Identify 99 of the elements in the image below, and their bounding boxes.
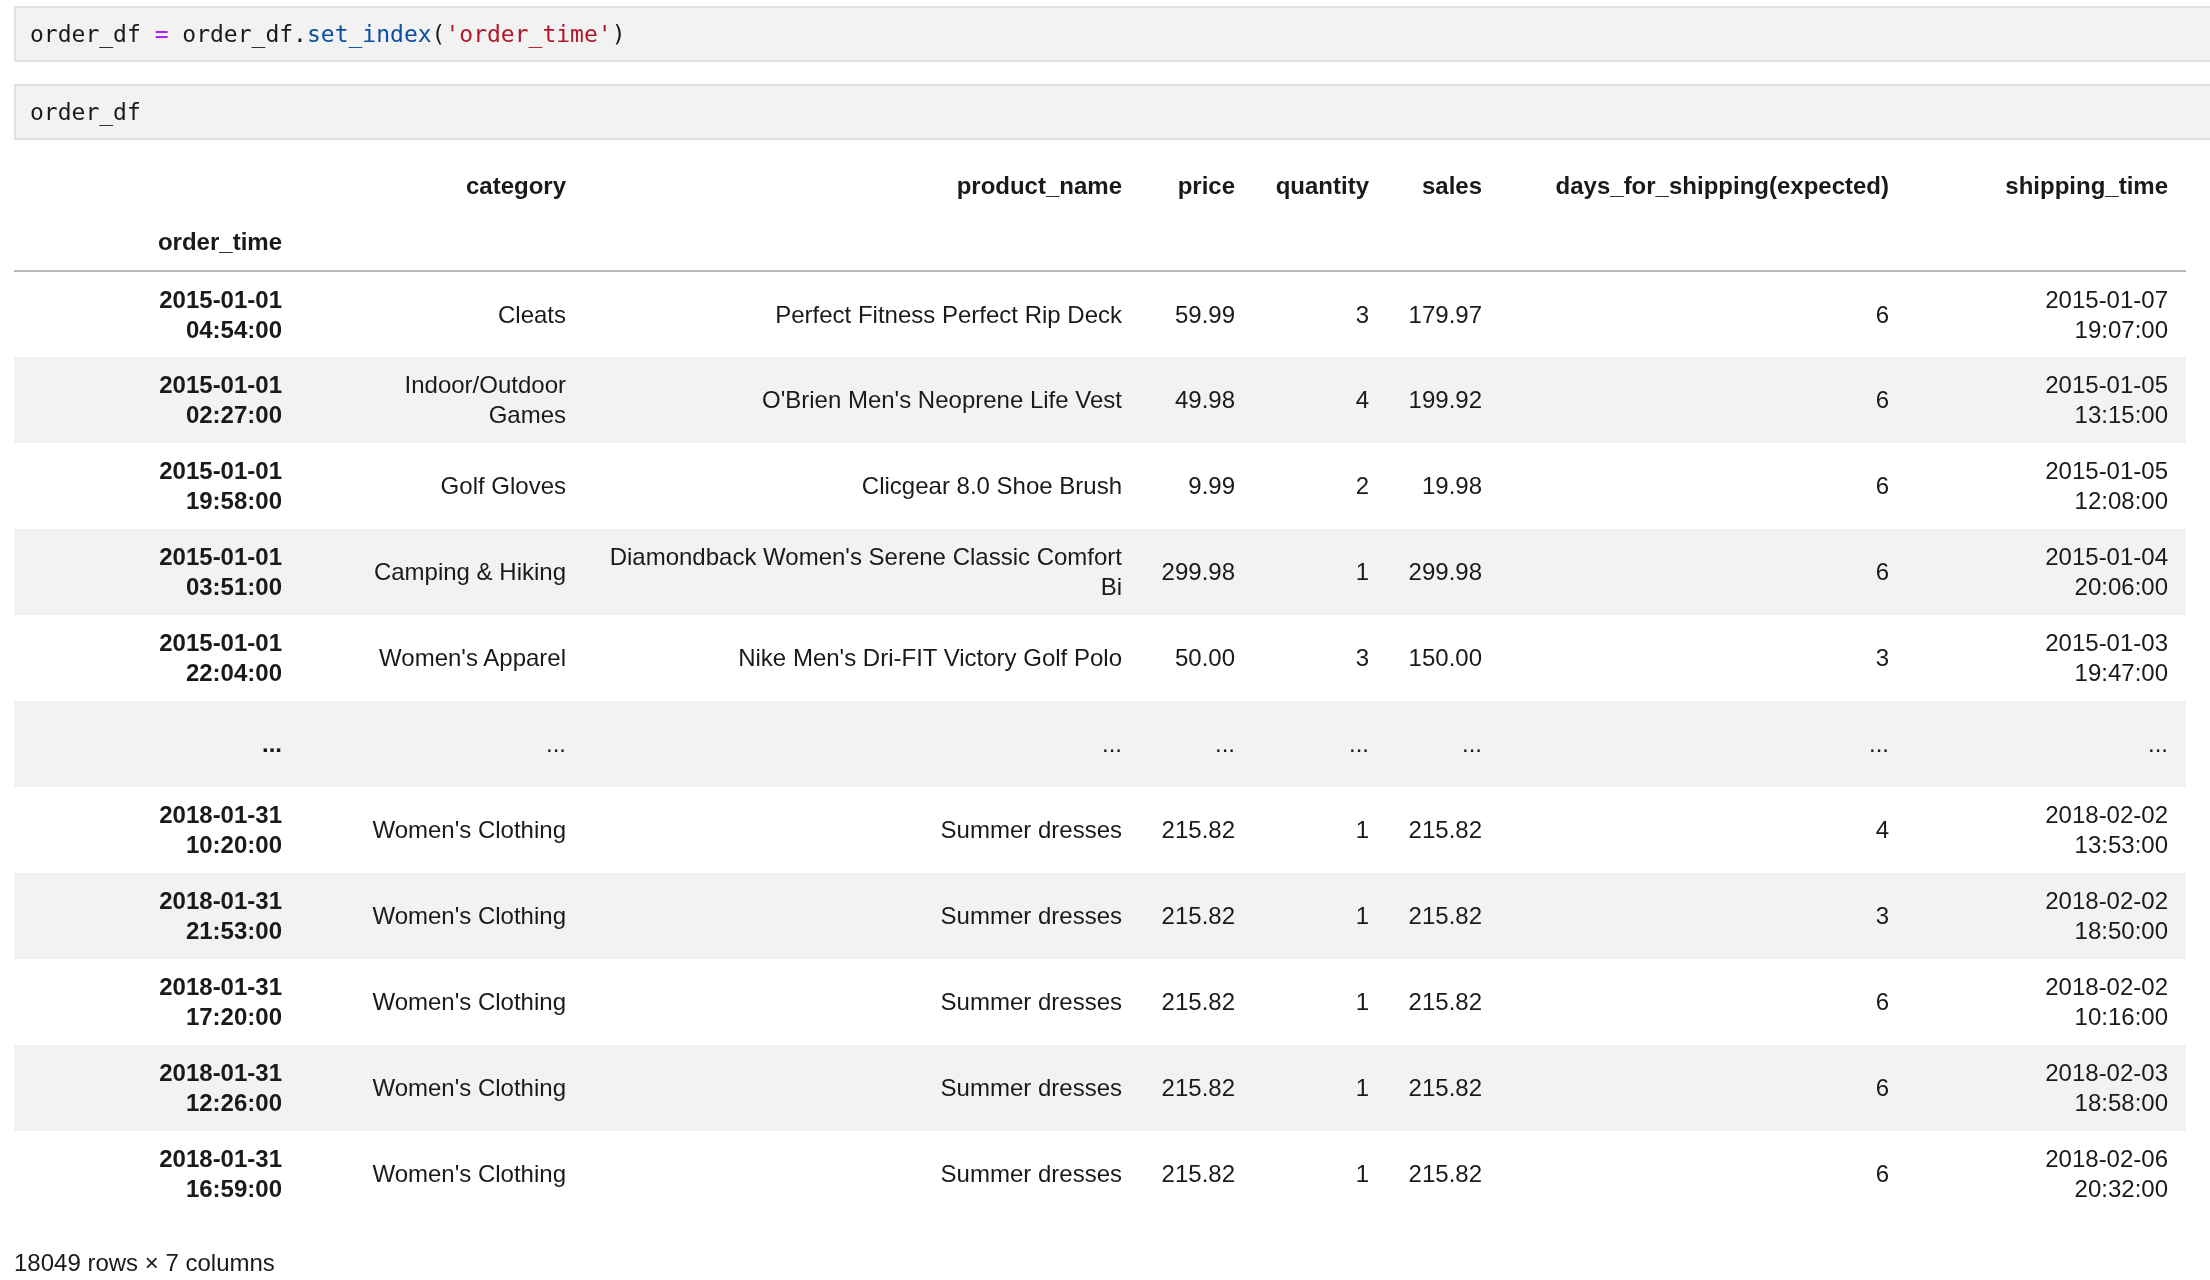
table-cell-text: 2018-02-02 18:50:00	[2044, 886, 2168, 946]
table-cell: Summer dresses	[940, 987, 1122, 1017]
table-cell: ...	[1349, 729, 1369, 759]
table-cell: Women's Clothing	[372, 1073, 566, 1103]
table-cell: 1	[1355, 1159, 1369, 1189]
table-cell: ...	[546, 729, 566, 759]
table-cell: 215.82	[1408, 815, 1482, 845]
table-cell: 215.82	[1161, 1073, 1235, 1103]
table-cell: 1	[1355, 557, 1369, 587]
table-cell: Summer dresses	[940, 1159, 1122, 1189]
table-cell: 50.00	[1174, 643, 1235, 673]
table-cell: ...	[1462, 729, 1482, 759]
table-cell-text: Diamondback Women's Serene Classic Comfort Bi	[608, 542, 1122, 602]
column-header: price	[1177, 172, 1235, 199]
table-cell: 150.00	[1408, 643, 1482, 673]
index-cell-text: 2018-01-31 21:53:00	[158, 886, 282, 946]
table-shape-text: 18049 rows × 7 columns	[14, 1249, 276, 1277]
index-cell-text: 2018-01-31 17:20:00	[158, 972, 282, 1032]
table-cell: 215.82	[1408, 1073, 1482, 1103]
table-cell: 3	[1875, 643, 1889, 673]
table-cell: 6	[1875, 987, 1889, 1017]
table-cell-text: 2015-01-03 19:47:00	[2044, 628, 2168, 688]
table-cell: Women's Clothing	[372, 901, 566, 931]
index-cell-text: 2015-01-01 02:27:00	[158, 370, 282, 430]
code-cell[interactable]: order_df = order_df.set_index('order_time')	[14, 6, 2210, 62]
table-cell-text: 2015-01-05 13:15:00	[2044, 370, 2168, 430]
table-cell: 299.98	[1161, 557, 1235, 587]
table-cell: 3	[1355, 643, 1369, 673]
table-cell: 4	[1875, 815, 1889, 845]
table-cell: Summer dresses	[940, 901, 1122, 931]
table-cell: 6	[1875, 1159, 1889, 1189]
table-cell: 215.82	[1408, 1159, 1482, 1189]
index-cell-text: 2015-01-01 19:58:00	[158, 456, 282, 516]
column-header: product_name	[956, 172, 1122, 199]
table-cell: 199.92	[1408, 385, 1482, 415]
table-cell: 9.99	[1188, 471, 1235, 501]
table-cell: ...	[2148, 729, 2168, 759]
table-cell: 1	[1355, 901, 1369, 931]
column-header: sales	[1421, 172, 1482, 199]
table-cell-text: 2018-02-02 13:53:00	[2044, 800, 2168, 860]
table-cell-text: 2015-01-07 19:07:00	[2044, 284, 2168, 345]
table-cell-text: Indoor/Outdoor Games	[403, 370, 566, 430]
table-cell: Perfect Fitness Perfect Rip Deck	[775, 299, 1122, 330]
table-cell: 1	[1355, 1073, 1369, 1103]
table-cell: 4	[1355, 385, 1369, 415]
table-cell: 3	[1875, 901, 1889, 931]
table-cell: Summer dresses	[940, 1073, 1122, 1103]
table-cell: 59.99	[1174, 299, 1235, 330]
column-header: days_for_shipping(expected)	[1555, 172, 1889, 199]
index-cell-text: 2018-01-31 10:20:00	[158, 800, 282, 860]
index-cell-text: 2015-01-01 22:04:00	[158, 628, 282, 688]
index-cell-text: 2018-01-31 12:26:00	[158, 1058, 282, 1118]
table-cell: 215.82	[1161, 815, 1235, 845]
table-cell-text: 2018-02-03 18:58:00	[2044, 1058, 2168, 1118]
table-cell: 299.98	[1408, 557, 1482, 587]
table-cell: 6	[1875, 299, 1889, 330]
table-cell-text: 2018-02-06 20:32:00	[2044, 1144, 2168, 1204]
table-cell-text: 2015-01-05 12:08:00	[2044, 456, 2168, 516]
table-cell: ...	[1102, 729, 1122, 759]
table-cell: 6	[1875, 471, 1889, 501]
index-cell-text: 2015-01-01 04:54:00	[158, 284, 282, 345]
table-cell: Women's Clothing	[372, 1159, 566, 1189]
table-cell: 6	[1875, 557, 1889, 587]
table-cell: Women's Clothing	[372, 815, 566, 845]
table-cell: 6	[1875, 1073, 1889, 1103]
index-cell: ...	[262, 729, 282, 759]
index-cell-text: 2018-01-31 16:59:00	[158, 1144, 282, 1204]
table-cell: 1	[1355, 815, 1369, 845]
table-cell: ...	[1869, 729, 1889, 759]
table-cell-text: 2015-01-04 20:06:00	[2044, 542, 2168, 602]
table-cell: 215.82	[1408, 987, 1482, 1017]
index-header: order_time	[157, 228, 282, 255]
table-cell: Camping & Hiking	[373, 557, 566, 587]
table-cell: 215.82	[1161, 987, 1235, 1017]
table-cell: 6	[1875, 385, 1889, 415]
table-cell: 215.82	[1161, 1159, 1235, 1189]
table-cell: 3	[1355, 299, 1369, 330]
table-cell: Summer dresses	[940, 815, 1122, 845]
table-cell: 179.97	[1408, 299, 1482, 330]
table-cell: 49.98	[1174, 385, 1235, 415]
table-cell: Clicgear 8.0 Shoe Brush	[861, 471, 1122, 501]
code-cell[interactable]: order_df	[14, 84, 2210, 140]
table-cell: Nike Men's Dri-FIT Victory Golf Polo	[738, 643, 1122, 673]
table-cell: 215.82	[1161, 901, 1235, 931]
column-header: category	[465, 172, 566, 199]
table-cell: O'Brien Men's Neoprene Life Vest	[761, 385, 1122, 415]
index-cell-text: 2015-01-01 03:51:00	[158, 542, 282, 602]
table-cell: 2	[1355, 471, 1369, 501]
column-header: shipping_time	[2005, 172, 2168, 199]
table-cell: 19.98	[1421, 471, 1482, 501]
table-cell: Women's Apparel	[379, 643, 566, 673]
table-cell-text: 2018-02-02 10:16:00	[2044, 972, 2168, 1032]
table-cell: Cleats	[497, 299, 566, 330]
table-cell: Golf Gloves	[440, 471, 566, 501]
table-cell: 1	[1355, 987, 1369, 1017]
table-cell: Women's Clothing	[372, 987, 566, 1017]
table-cell: 215.82	[1408, 901, 1482, 931]
column-header: quantity	[1275, 172, 1369, 199]
table-cell: ...	[1215, 729, 1235, 759]
